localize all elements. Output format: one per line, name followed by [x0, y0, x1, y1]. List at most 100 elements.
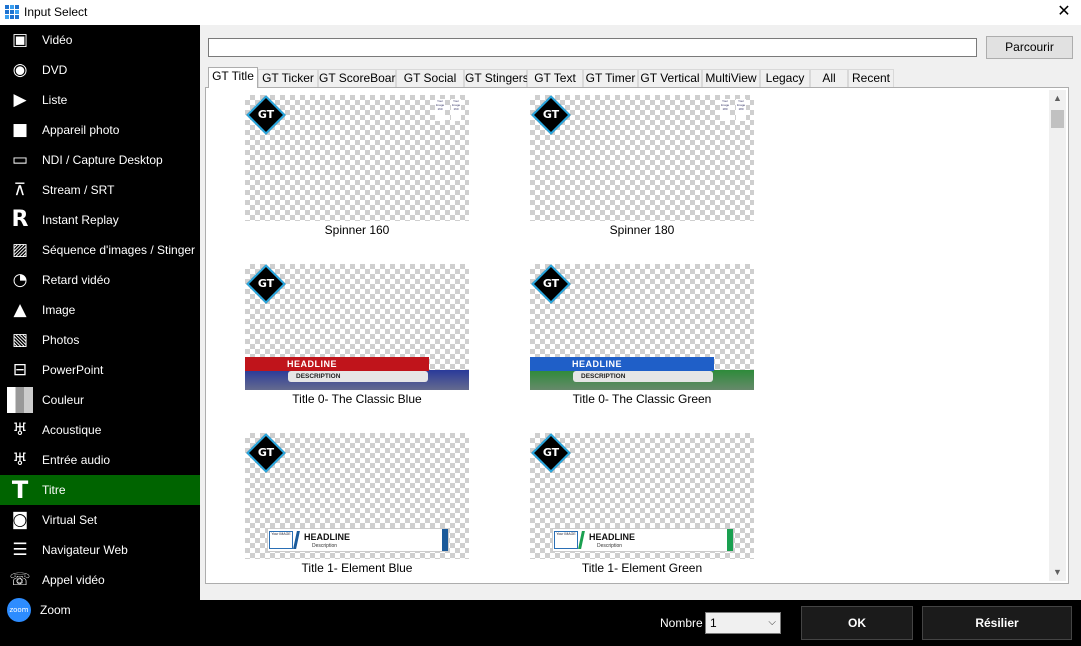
template-thumbnail[interactable]: GT Your Image 180 Your Image 180 Spinner 18…: [530, 95, 754, 240]
sidebar-item-presentation[interactable]: ⊟ PowerPoint: [0, 355, 200, 385]
tab-multiview[interactable]: MultiView: [702, 69, 760, 87]
clock-icon: ◔: [12, 269, 28, 290]
element-headline: HEADLINE: [589, 532, 636, 542]
gt-logo-text: GT: [257, 446, 275, 459]
tab-gt-ticker[interactable]: GT Ticker: [258, 69, 318, 87]
sidebar-item-replay[interactable]: R Instant Replay: [0, 205, 200, 235]
sidebar-item-disc[interactable]: ◉ DVD: [0, 55, 200, 85]
monitor-icon: ▭: [11, 149, 29, 170]
sidebar-item-virtual-set[interactable]: ◙ Virtual Set: [0, 505, 200, 535]
sidebar-item-label: Appel vidéo: [42, 573, 105, 587]
sidebar-item-label: Couleur: [42, 393, 85, 407]
template-thumbnail[interactable]: GT Your Image 160 Your Image 160 Spinner 16…: [245, 95, 469, 240]
template-preview-image[interactable]: GT Your IMAGE HEADLINE Description: [530, 433, 754, 559]
camera-icon: ■: [11, 119, 29, 140]
sidebar-item-label: Zoom: [40, 603, 71, 617]
close-icon[interactable]: ✕: [1055, 3, 1073, 21]
sidebar-item-label: Instant Replay: [42, 213, 119, 227]
template-name: Title 0- The Classic Green: [572, 392, 712, 406]
sidebar-item-antenna[interactable]: ⊼ Stream / SRT: [0, 175, 200, 205]
tab-gt-vertical[interactable]: GT Vertical: [638, 69, 702, 87]
template-gallery: GT Your Image 160 Your Image 160 Spinner 16…: [205, 87, 1069, 584]
gt-logo-text: GT: [257, 277, 275, 290]
count-label: Nombre: [660, 616, 703, 630]
template-thumbnail[interactable]: GT HEADLINE DESCRIPTION Title 0- The Classi…: [530, 264, 754, 409]
template-preview-image[interactable]: GT Your Image 160 Your Image 160: [245, 95, 469, 221]
template-preview-image[interactable]: GT HEADLINE DESCRIPTION: [530, 264, 754, 390]
sidebar-item-playlist[interactable]: ▶ Liste: [0, 85, 200, 115]
element-description: Description: [597, 543, 623, 549]
sidebar-item-audio-input[interactable]: ♅ Entrée audio: [0, 445, 200, 475]
count-value: 1: [710, 616, 717, 630]
spinner-card: Your Image 160: [451, 99, 461, 121]
ok-button[interactable]: OK: [801, 606, 913, 640]
sidebar-item-title[interactable]: T Titre: [0, 475, 200, 505]
tab-gt-scoreboard[interactable]: GT ScoreBoard: [318, 69, 402, 87]
presentation-icon: ⊟: [12, 359, 28, 380]
element-description: Description: [312, 543, 338, 549]
sidebar-item-photos[interactable]: ▧ Photos: [0, 325, 200, 355]
search-input[interactable]: [208, 38, 977, 57]
template-preview-image[interactable]: GT HEADLINE DESCRIPTION: [245, 264, 469, 390]
sidebar-item-label: Stream / SRT: [42, 183, 115, 197]
sidebar-item-label: PowerPoint: [42, 363, 104, 377]
description-bar: DESCRIPTION: [573, 371, 713, 382]
replay-icon: R: [11, 207, 29, 232]
sidebar-item-label: Appareil photo: [42, 123, 120, 137]
template-preview-image[interactable]: GT Your Image 180 Your Image 180: [530, 95, 754, 221]
audio-input-icon: ♅: [12, 449, 28, 470]
input-type-sidebar: ▣ Vidéo ◉ DVD ▶ Liste ■ Appareil photo ▭ NDI / Ca…: [0, 25, 200, 646]
sidebar-item-camera[interactable]: ■ Appareil photo: [0, 115, 200, 145]
count-select[interactable]: 1 ⌵: [705, 612, 781, 634]
film-icon: ▣: [11, 29, 29, 50]
tab-legacy[interactable]: Legacy: [760, 69, 810, 87]
scroll-down-icon[interactable]: ▼: [1049, 564, 1066, 581]
sidebar-item-label: Retard vidéo: [42, 273, 111, 287]
gt-logo-text: GT: [542, 446, 560, 459]
sidebar-item-browser[interactable]: ☰ Navigateur Web: [0, 535, 200, 565]
sidebar-item-zoom[interactable]: zoom Zoom: [0, 595, 200, 625]
sidebar-item-video-call[interactable]: ☏ Appel vidéo: [0, 565, 200, 595]
element-image-placeholder: Your IMAGE: [269, 531, 293, 549]
tab-gt-text[interactable]: GT Text: [527, 69, 583, 87]
tab-recent[interactable]: Recent: [848, 69, 894, 87]
template-preview-image[interactable]: GT Your IMAGE HEADLINE Description: [245, 433, 469, 559]
sidebar-item-label: Photos: [42, 333, 80, 347]
tab-gt-social[interactable]: GT Social: [396, 69, 464, 87]
sidebar-item-label: Séquence d'images / Stinger: [42, 243, 196, 257]
sidebar-item-label: Acoustique: [42, 423, 102, 437]
disc-icon: ◉: [12, 59, 28, 80]
virtual-set-icon: ◙: [11, 509, 29, 530]
browse-button[interactable]: Parcourir: [986, 36, 1073, 59]
sidebar-item-microphone[interactable]: ♅ Acoustique: [0, 415, 200, 445]
template-thumbnail[interactable]: GT Your IMAGE HEADLINE Description Title 1- …: [530, 433, 754, 578]
title-icon: T: [11, 476, 29, 504]
sidebar-item-label: DVD: [42, 63, 68, 77]
tab-all[interactable]: All: [810, 69, 848, 87]
image-sequence-icon: ▨: [11, 239, 29, 260]
tab-gt-timer[interactable]: GT Timer: [583, 69, 638, 87]
element-accent-end: [442, 529, 448, 551]
template-thumbnail[interactable]: GT HEADLINE DESCRIPTION Title 0- The Classi…: [245, 264, 469, 409]
title-bar: Input Select ✕: [0, 0, 1081, 25]
scroll-thumb[interactable]: [1051, 110, 1064, 128]
window-title: Input Select: [24, 5, 88, 19]
sidebar-item-image-sequence[interactable]: ▨ Séquence d'images / Stinger: [0, 235, 200, 265]
sidebar-item-film[interactable]: ▣ Vidéo: [0, 25, 200, 55]
vertical-scrollbar[interactable]: ▲ ▼: [1049, 90, 1066, 581]
tab-gt-stingers[interactable]: GT Stingers: [464, 69, 529, 87]
template-name: Spinner 160: [324, 223, 390, 237]
gt-logo-text: GT: [542, 108, 560, 121]
sidebar-item-monitor[interactable]: ▭ NDI / Capture Desktop: [0, 145, 200, 175]
sidebar-item-label: Entrée audio: [42, 453, 111, 467]
template-thumbnail[interactable]: GT Your IMAGE HEADLINE Description Title 1- …: [245, 433, 469, 578]
cancel-button[interactable]: Résilier: [922, 606, 1072, 640]
element-accent-end: [727, 529, 733, 551]
sidebar-item-image[interactable]: ▲ Image: [0, 295, 200, 325]
spinner-card: Your Image 180: [720, 99, 730, 121]
photos-icon: ▧: [11, 329, 29, 350]
tab-gt-title[interactable]: GT Title: [208, 67, 258, 88]
sidebar-item-color[interactable]: ▥ Couleur: [0, 385, 200, 415]
sidebar-item-clock[interactable]: ◔ Retard vidéo: [0, 265, 200, 295]
scroll-up-icon[interactable]: ▲: [1049, 90, 1066, 107]
